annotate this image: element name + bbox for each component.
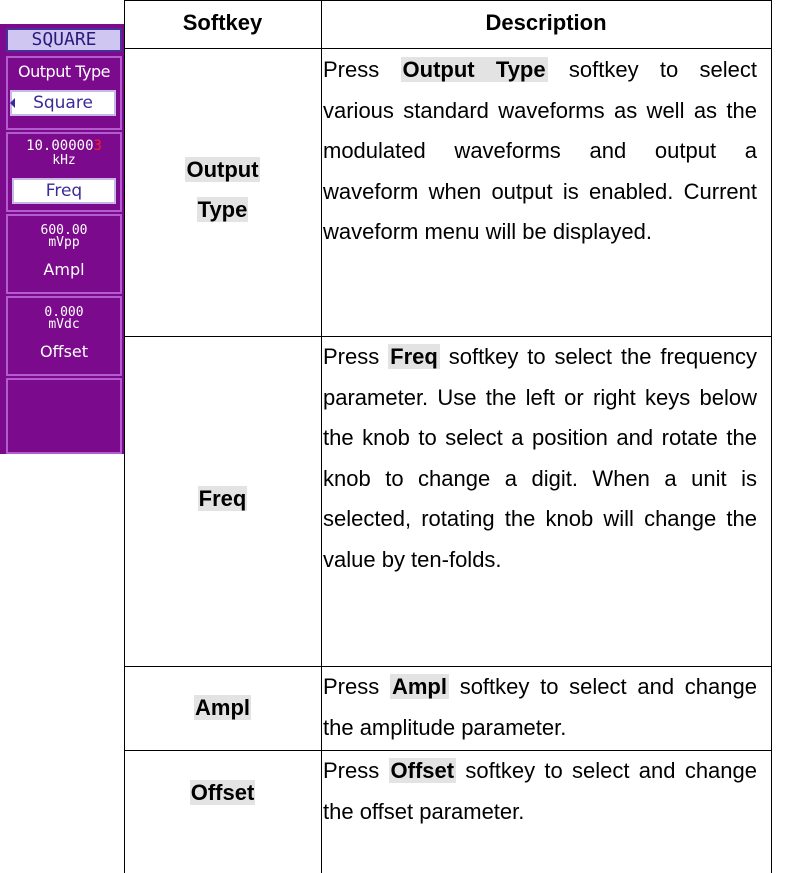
- output-type-value: Square: [33, 93, 93, 113]
- table-column-divider: [321, 0, 322, 873]
- softkey-output-type[interactable]: Output Type Square: [6, 56, 122, 130]
- freq-label: Freq: [12, 178, 116, 204]
- table-border-top: [124, 0, 772, 1]
- softkey-freq[interactable]: 10.000003 kHz Freq: [6, 132, 122, 212]
- desc-key-highlight: Ampl: [389, 674, 449, 699]
- table-row-key: Freq: [124, 479, 321, 519]
- menu-title: SQUARE: [6, 28, 122, 52]
- key-output-line2: Type: [196, 197, 249, 222]
- column-header-softkey: Softkey: [182, 10, 263, 35]
- desc-key-highlight: Offset: [388, 758, 457, 783]
- table-border-left: [124, 0, 125, 873]
- offset-unit: mVdc: [48, 317, 80, 332]
- softkey-output-type-label: Output Type: [18, 62, 110, 81]
- table-border-right: [771, 0, 772, 873]
- key-freq: Freq: [197, 486, 248, 511]
- softkey-description-table: Softkey Description Output Type Press Ou…: [124, 0, 787, 873]
- freq-cursor-digit: 3: [93, 138, 102, 154]
- softkey-empty[interactable]: [6, 378, 122, 454]
- softkey-menu-panel: SQUARE Output Type Square 10.000003 kHz …: [0, 24, 124, 454]
- desc-text: Press: [323, 344, 389, 369]
- table-row-description: Press Output Type softkey to select vari…: [323, 50, 757, 253]
- softkey-offset[interactable]: 0.000 mVdc Offset: [6, 296, 122, 376]
- table-row-key: Output Type: [124, 150, 321, 230]
- key-offset: Offset: [189, 780, 256, 805]
- desc-key-highlight: Freq: [388, 344, 440, 369]
- offset-label: Offset: [39, 342, 89, 361]
- desc-text: Press: [323, 758, 389, 783]
- desc-text: softkey to select various standard wavef…: [323, 57, 757, 244]
- softkey-ampl[interactable]: 600.00 mVpp Ampl: [6, 214, 122, 294]
- ampl-label: Ampl: [43, 260, 85, 279]
- key-ampl: Ampl: [194, 695, 251, 720]
- desc-text: Press: [323, 674, 390, 699]
- desc-text: softkey to select the frequency paramete…: [323, 344, 757, 572]
- key-output-line1: Output: [185, 157, 260, 182]
- ampl-unit: mVpp: [48, 235, 80, 250]
- table-row-description: Press Freq softkey to select the frequen…: [323, 337, 757, 580]
- table-row-key: Offset: [124, 773, 321, 813]
- freq-readout: 10.000003: [8, 138, 120, 154]
- desc-text: Press: [323, 57, 401, 82]
- freq-value: 10.00000: [26, 138, 94, 154]
- left-arrow-icon: [10, 98, 15, 108]
- table-header-divider: [124, 48, 772, 49]
- desc-key-highlight: Output Type: [400, 57, 548, 82]
- table-row-key: Ampl: [124, 688, 321, 728]
- table-row-description: Press Offset softkey to select and chang…: [323, 751, 757, 832]
- output-type-value-box: Square: [10, 90, 116, 116]
- table-row-description: Press Ampl softkey to select and change …: [323, 667, 757, 748]
- freq-unit: kHz: [52, 153, 76, 168]
- column-header-description: Description: [485, 10, 607, 35]
